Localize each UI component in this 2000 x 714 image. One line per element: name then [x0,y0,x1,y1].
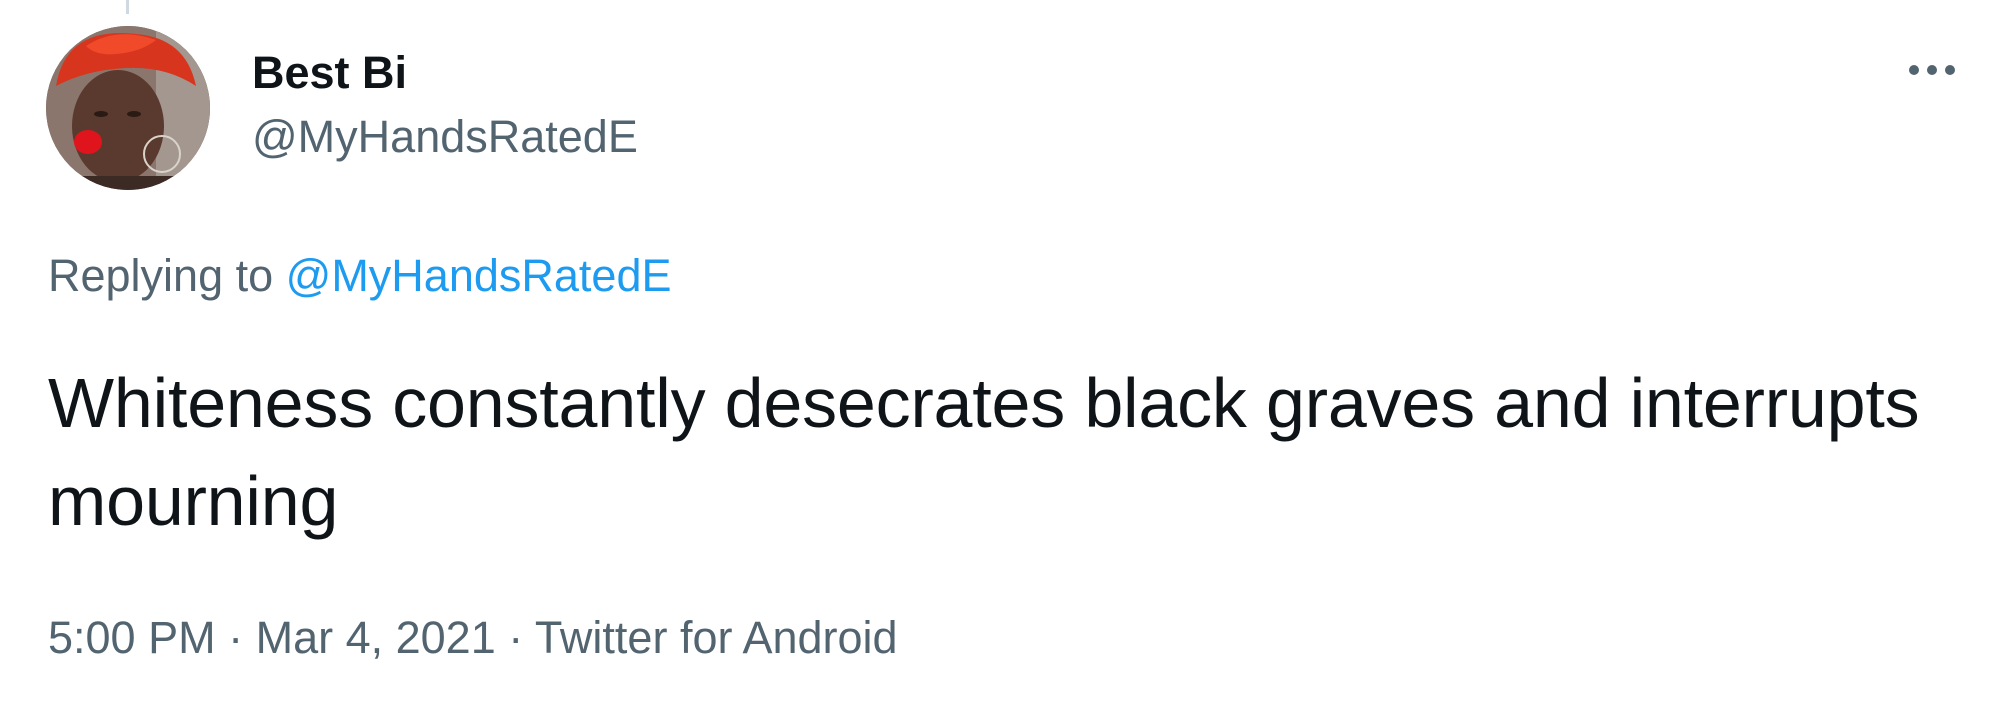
replying-to-label: Replying to [48,250,286,301]
thread-connector-line [126,0,129,14]
author-display-name[interactable]: Best Bi [252,46,407,100]
tweet-source-link[interactable]: Twitter for Android [535,612,898,663]
avatar[interactable] [46,26,210,190]
replying-to: Replying to @MyHandsRatedE [48,248,671,304]
tweet-metadata: 5:00 PM · Mar 4, 2021 · Twitter for Andr… [48,610,898,666]
meta-separator: · [495,612,535,663]
author-handle[interactable]: @MyHandsRatedE [252,110,638,164]
tweet-text: Whiteness constantly desecrates black gr… [48,364,1920,540]
avatar-image [46,26,210,190]
tweet-date-link[interactable]: Mar 4, 2021 [256,612,496,663]
more-options-icon [1909,65,1955,75]
replying-to-mention-link[interactable]: @MyHandsRatedE [286,250,672,301]
more-options-button[interactable] [1904,50,1960,90]
meta-separator: · [215,612,256,663]
tweet-time-link[interactable]: 5:00 PM [48,612,216,663]
